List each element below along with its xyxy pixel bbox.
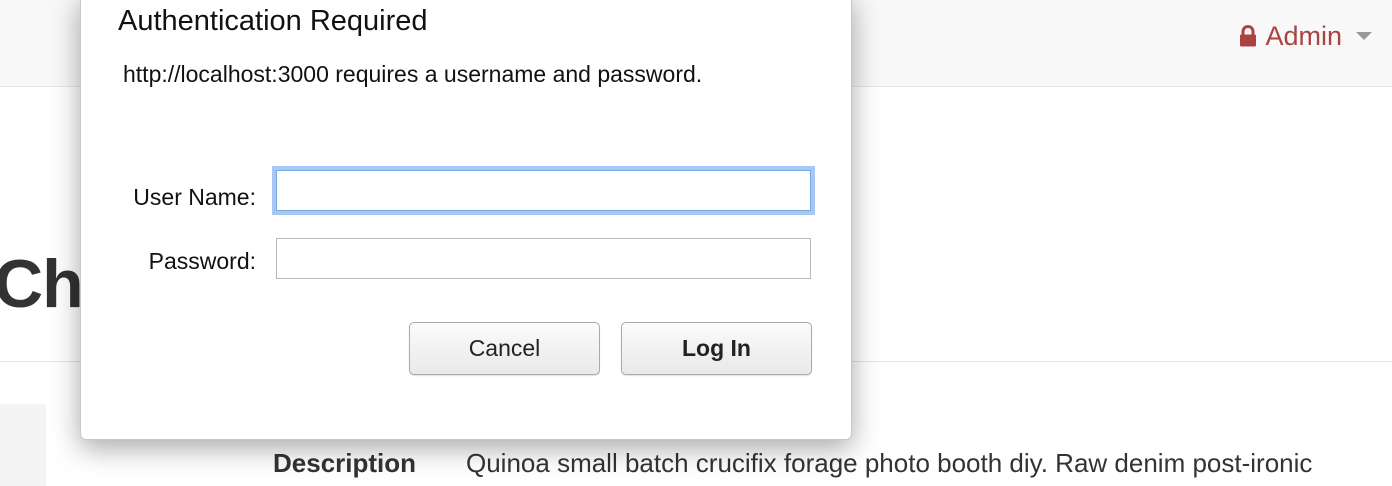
username-input[interactable]: [276, 170, 811, 211]
description-value: Quinoa small batch crucifix forage photo…: [466, 448, 1313, 478]
dialog-message: http://localhost:3000 requires a usernam…: [123, 61, 703, 87]
admin-menu-label: Admin: [1265, 20, 1342, 51]
chevron-down-icon: [1356, 32, 1372, 40]
cancel-button[interactable]: Cancel: [409, 322, 600, 375]
login-button[interactable]: Log In: [621, 322, 812, 375]
authentication-dialog: Authentication Required http://localhost…: [80, 0, 852, 440]
admin-user-menu[interactable]: Admin: [1239, 18, 1372, 54]
lock-icon: [1240, 25, 1257, 47]
description-label: Description: [273, 448, 417, 478]
password-label: Password:: [148, 248, 256, 274]
password-input[interactable]: [276, 238, 811, 279]
dialog-title: Authentication Required: [118, 5, 428, 37]
username-label: User Name:: [133, 184, 256, 210]
thumbnail-image: [0, 404, 46, 486]
